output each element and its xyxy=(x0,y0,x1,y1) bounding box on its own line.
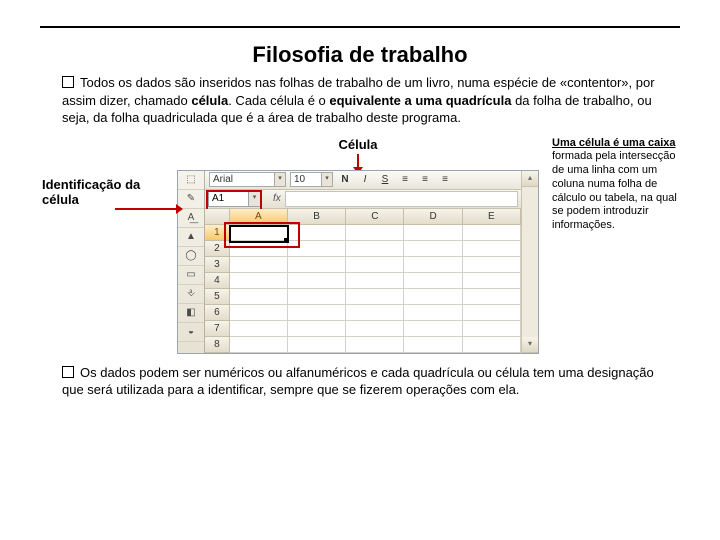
spreadsheet-screenshot: ⬚ ✎ A͟ ▲ ◯ ▭ ⎀ ◧ ◒ Arial xyxy=(177,170,539,354)
row-header[interactable]: 4 xyxy=(205,273,230,289)
cell-label: Célula xyxy=(338,137,377,152)
row-header[interactable]: 5 xyxy=(205,289,230,305)
font-name-dropdown[interactable]: Arial ▾ xyxy=(209,172,286,187)
fx-icon[interactable]: fx xyxy=(273,193,281,204)
chevron-down-icon: ▾ xyxy=(274,173,285,186)
scroll-down-icon[interactable]: ▾ xyxy=(522,337,538,353)
select-all-corner[interactable] xyxy=(205,209,230,225)
column-header[interactable]: A xyxy=(230,209,288,225)
cell-definition-sidebar: Uma célula é uma caixa formada pela inte… xyxy=(544,137,680,233)
row-header[interactable]: 7 xyxy=(205,321,230,337)
scroll-up-icon[interactable]: ▴ xyxy=(522,171,538,187)
formatting-toolbar: Arial ▾ 10 ▾ N I S ≡ ≡ xyxy=(205,171,521,190)
align-left-button[interactable]: ≡ xyxy=(397,172,413,188)
row-header[interactable]: 8 xyxy=(205,337,230,353)
align-right-button[interactable]: ≡ xyxy=(437,172,453,188)
font-size-dropdown[interactable]: 10 ▾ xyxy=(290,172,333,187)
name-box[interactable]: A1 ▾ xyxy=(208,191,261,207)
column-header[interactable]: E xyxy=(463,209,521,225)
formula-bar[interactable] xyxy=(285,191,518,207)
draw-tool-icon[interactable]: ⬚ xyxy=(178,171,204,190)
row-header[interactable]: 1 xyxy=(205,225,230,241)
draw-tool-icon[interactable]: ⎀ xyxy=(178,285,204,304)
row-header[interactable]: 3 xyxy=(205,257,230,273)
draw-tool-icon[interactable]: ▲ xyxy=(178,228,204,247)
intro-paragraph: Todos os dados são inseridos nas folhas … xyxy=(62,74,662,127)
drawing-toolbar: ⬚ ✎ A͟ ▲ ◯ ▭ ⎀ ◧ ◒ xyxy=(178,171,205,353)
draw-tool-icon[interactable]: ◧ xyxy=(178,304,204,323)
draw-tool-icon[interactable]: ◒ xyxy=(178,323,204,342)
column-header[interactable]: B xyxy=(288,209,346,225)
column-header[interactable]: C xyxy=(346,209,404,225)
closing-paragraph: Os dados podem ser numéricos ou alfanumé… xyxy=(62,364,662,399)
formula-bar-row: A1 ▾ fx xyxy=(205,190,521,209)
underline-button[interactable]: S xyxy=(377,172,393,188)
draw-tool-icon[interactable]: ▭ xyxy=(178,266,204,285)
worksheet-grid[interactable]: A B C D E 1 2 3 4 5 xyxy=(205,209,521,353)
chevron-down-icon: ▾ xyxy=(248,192,260,206)
vertical-scrollbar[interactable]: ▴ ▾ xyxy=(521,171,538,353)
row-header[interactable]: 6 xyxy=(205,305,230,321)
arrow-down-icon xyxy=(357,154,359,168)
arrow-right-icon xyxy=(115,208,177,210)
chevron-down-icon: ▾ xyxy=(321,173,332,186)
row-header[interactable]: 2 xyxy=(205,241,230,257)
cell-identification-label: Identificação da célula xyxy=(40,137,172,207)
page-title: Filosofia de trabalho xyxy=(40,42,680,68)
fill-handle[interactable] xyxy=(284,238,289,243)
column-header[interactable]: D xyxy=(404,209,462,225)
draw-tool-icon[interactable]: ◯ xyxy=(178,247,204,266)
align-center-button[interactable]: ≡ xyxy=(417,172,433,188)
bullet-square-icon xyxy=(62,76,74,88)
bullet-square-icon xyxy=(62,366,74,378)
bold-button[interactable]: N xyxy=(337,172,353,188)
italic-button[interactable]: I xyxy=(357,172,373,188)
